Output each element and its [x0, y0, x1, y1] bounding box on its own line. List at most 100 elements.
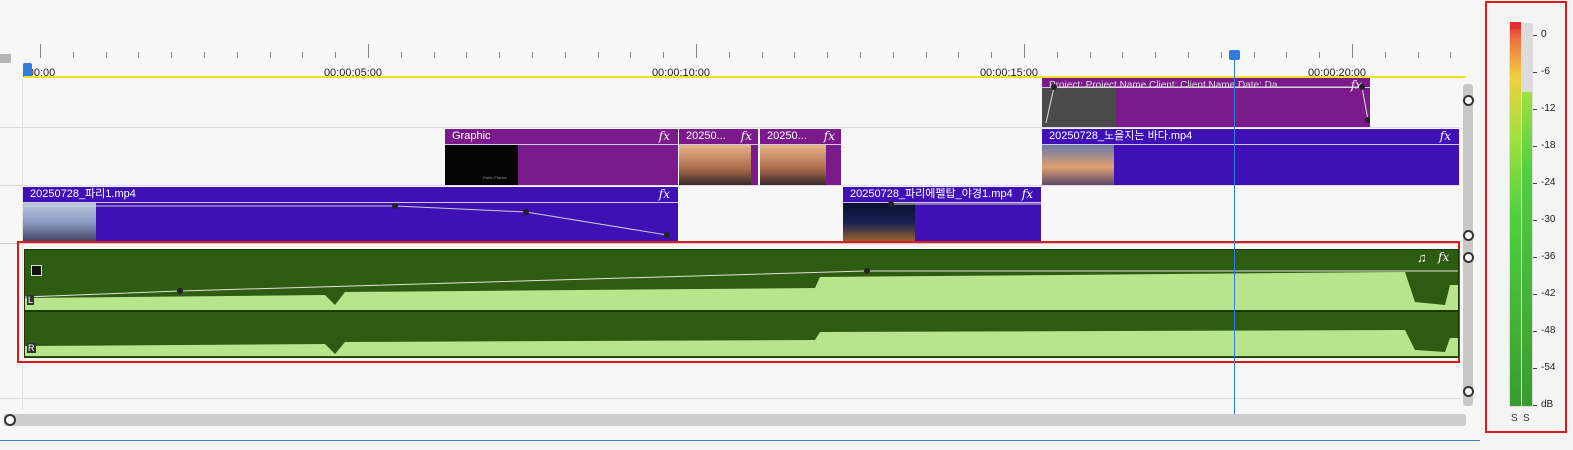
title-graphic-clip[interactable]: Project: Project Name Client: Client Nam…: [1042, 78, 1370, 127]
meter-tick: [1533, 183, 1537, 184]
meter-scale-label: -36: [1541, 251, 1556, 262]
audio-clip[interactable]: L R ♫ fx: [24, 249, 1459, 358]
ruler-tick: [1450, 52, 1452, 58]
scroll-handle-icon[interactable]: [1463, 386, 1474, 397]
ruler-tick: [1024, 44, 1025, 58]
meter-tick: [1533, 368, 1537, 369]
ruler-tick: [433, 52, 435, 58]
ruler-tick: [138, 52, 140, 58]
fx-icon[interactable]: fx: [741, 129, 752, 144]
ruler-tick: [1286, 52, 1288, 58]
fx-icon[interactable]: fx: [824, 129, 835, 144]
ruler-tick: [728, 52, 730, 58]
ruler-tick: [1122, 52, 1124, 58]
playhead-line[interactable]: [1234, 58, 1235, 414]
envelope-line: [1045, 84, 1370, 124]
meter-bar-left: [1510, 24, 1521, 406]
timeline-panel: :00:00 00:00:05:00 00:00:10:00 00:00:15:…: [0, 0, 1480, 441]
scroll-handle-icon[interactable]: [1463, 252, 1474, 263]
graphic-clip[interactable]: Graphic fx Paris, France: [445, 129, 678, 185]
ruler-tick: [925, 52, 927, 58]
video-clip-sunset-sea[interactable]: 20250728_노을지는 바다.mp4 fx: [1042, 129, 1459, 185]
ruler-tick: [794, 52, 796, 58]
envelope-line: [23, 203, 670, 238]
ruler-tick: [1352, 44, 1353, 58]
ruler-tick: [892, 52, 894, 58]
fx-icon[interactable]: fx: [1438, 250, 1449, 264]
ruler-tick: [1384, 52, 1386, 58]
clip-thumbnail: [1042, 145, 1114, 185]
ruler-tick: [72, 52, 74, 58]
audio-clip-handle-icon[interactable]: [31, 265, 42, 276]
meter-scale-label: -54: [1541, 362, 1556, 373]
ruler-tick: [663, 52, 665, 58]
time-ruler[interactable]: :00:00 00:00:05:00 00:00:10:00 00:00:15:…: [22, 30, 1467, 79]
video-clip-eiffel-night[interactable]: 20250728_파리에펠탑_야경1.mp4 fx: [843, 187, 1041, 243]
meter-tick: [1533, 109, 1537, 110]
meter-scale-label: 0: [1541, 29, 1547, 40]
envelope-line: [888, 201, 1041, 207]
fx-icon[interactable]: fx: [659, 129, 670, 144]
meter-bar-right: [1522, 92, 1532, 406]
meter-scale-label: -18: [1541, 140, 1556, 151]
meter-scale-label: dB: [1541, 399, 1554, 410]
video-clip-eiffel-1[interactable]: 20250... fx: [679, 129, 758, 185]
ruler-tick: [532, 52, 533, 58]
ruler-tick: [466, 52, 468, 58]
ruler-tick: [597, 52, 599, 58]
scroll-handle-icon[interactable]: [1463, 230, 1474, 241]
clip-thumbnail: Paris, France: [445, 145, 518, 185]
solo-left-label[interactable]: S: [1511, 413, 1518, 424]
meter-scale-label: -48: [1541, 325, 1556, 336]
ruler-tick: [1155, 52, 1157, 58]
ruler-tick: [204, 52, 205, 58]
ruler-tick: [236, 52, 238, 58]
fx-icon[interactable]: fx: [1440, 129, 1451, 144]
meter-tick: [1533, 405, 1537, 406]
ruler-tick: [696, 44, 697, 58]
ruler-tick: [171, 52, 173, 58]
ruler-tick: [40, 44, 41, 58]
meter-tick: [1533, 35, 1537, 36]
solo-right-label[interactable]: S: [1523, 413, 1530, 424]
ruler-tick: [564, 52, 566, 58]
meter-scale-label: -12: [1541, 103, 1556, 114]
music-note-icon: ♫: [1417, 250, 1427, 265]
ruler-tick: [827, 52, 829, 58]
ruler-tick: [1253, 52, 1255, 58]
channel-right-label: R: [27, 343, 36, 353]
ruler-tick: [1089, 52, 1091, 58]
horizontal-scrollbar[interactable]: [4, 414, 1466, 426]
scroll-handle-icon[interactable]: [4, 414, 16, 426]
meter-tick: [1533, 331, 1537, 332]
meter-tick: [1533, 72, 1537, 73]
ruler-tick: [1220, 52, 1222, 58]
video-clip-paris1[interactable]: 20250728_파리1.mp4 fx: [23, 187, 678, 243]
ruler-start-marker-icon[interactable]: [23, 63, 32, 77]
ruler-tick: [1056, 52, 1058, 58]
video-clip-eiffel-2[interactable]: 20250... fx: [760, 129, 841, 185]
ruler-tick: [991, 52, 993, 58]
meter-scale-label: -6: [1541, 66, 1550, 77]
clip-title: Graphic: [452, 130, 491, 142]
meter-scale-label: -30: [1541, 214, 1556, 225]
meter-tick: [1533, 146, 1537, 147]
ruler-tick: [1417, 52, 1419, 58]
meter-scale-label: -42: [1541, 288, 1556, 299]
ruler-tick: [1319, 52, 1321, 58]
clip-thumbnail: [679, 145, 751, 185]
peak-indicator: [1510, 22, 1521, 29]
meter-tick: [1533, 220, 1537, 221]
meter-scale-label: -24: [1541, 177, 1556, 188]
ruler-tick: [105, 52, 107, 58]
audio-waveform: [25, 268, 1458, 356]
clip-title: 20250728_노을지는 바다.mp4: [1049, 130, 1193, 142]
ruler-tick: [368, 44, 369, 58]
ruler-tick: [630, 52, 632, 58]
scroll-handle-icon[interactable]: [1463, 95, 1474, 106]
ruler-tick: [761, 52, 763, 58]
vertical-scrollbar[interactable]: [1463, 84, 1473, 406]
clip-thumbnail: [760, 145, 826, 185]
ruler-tick: [958, 52, 960, 58]
ruler-tick: [400, 52, 402, 58]
